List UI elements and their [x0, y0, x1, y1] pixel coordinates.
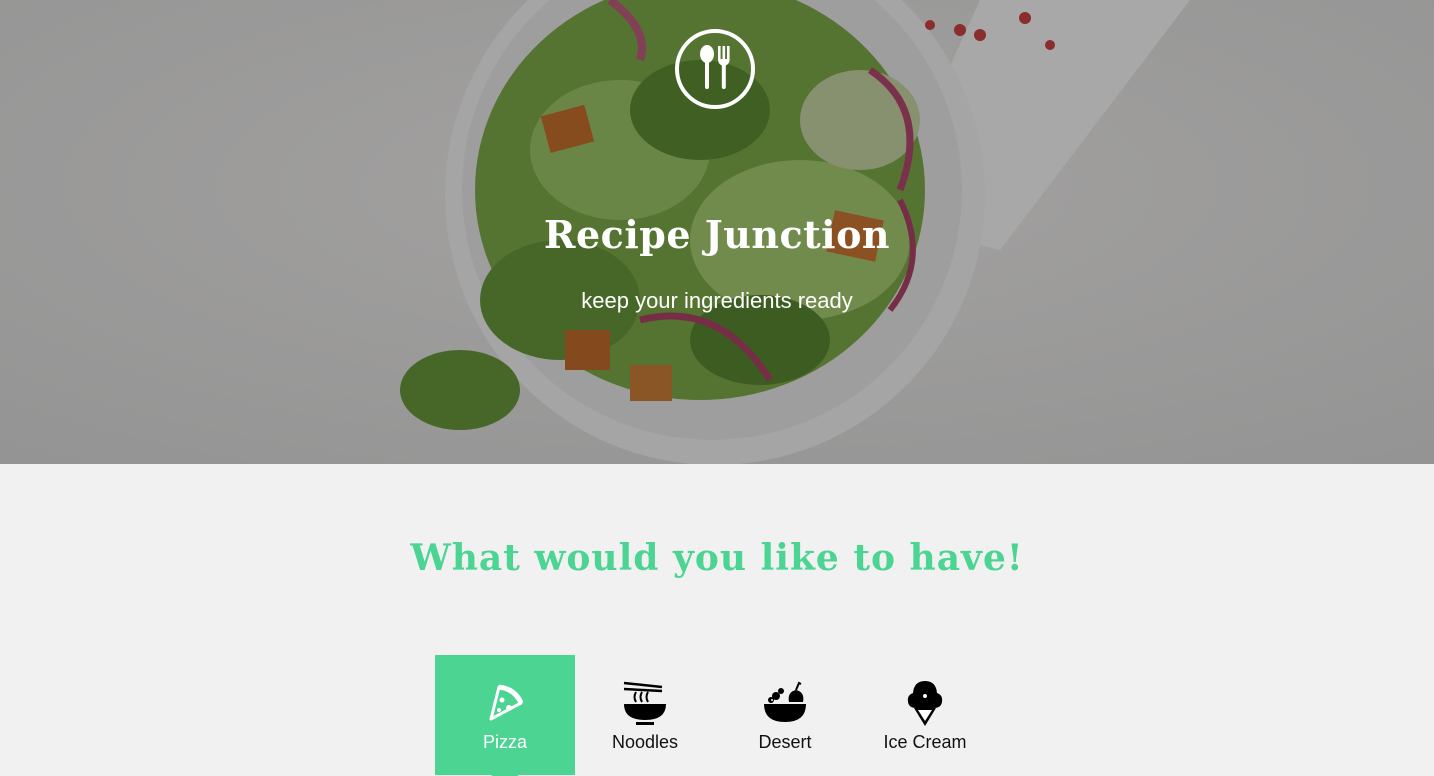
category-label: Noodles [611, 732, 679, 752]
category-tabs: Pizza Noodles Desert Ice Cream [435, 655, 995, 776]
site-tagline: keep your ingredients ready [581, 288, 853, 313]
spoon-fork-icon [675, 29, 755, 109]
pizza-icon [481, 679, 529, 727]
category-pizza[interactable]: Pizza [435, 655, 575, 776]
dessert-bowl-icon [761, 679, 809, 727]
hero-banner: Recipe Junction keep your ingredients re… [0, 0, 1434, 464]
noodles-icon [621, 679, 669, 727]
category-noodles[interactable]: Noodles [575, 655, 715, 775]
category-label: Ice Cream [883, 732, 967, 752]
category-desert[interactable]: Desert [715, 655, 855, 775]
section-heading: What would you like to have! [410, 537, 1024, 579]
category-ice-cream[interactable]: Ice Cream [855, 655, 995, 775]
category-label: Pizza [482, 732, 527, 752]
category-label: Desert [758, 732, 812, 752]
site-title: Recipe Junction [543, 212, 891, 257]
ice-cream-icon [901, 679, 949, 727]
